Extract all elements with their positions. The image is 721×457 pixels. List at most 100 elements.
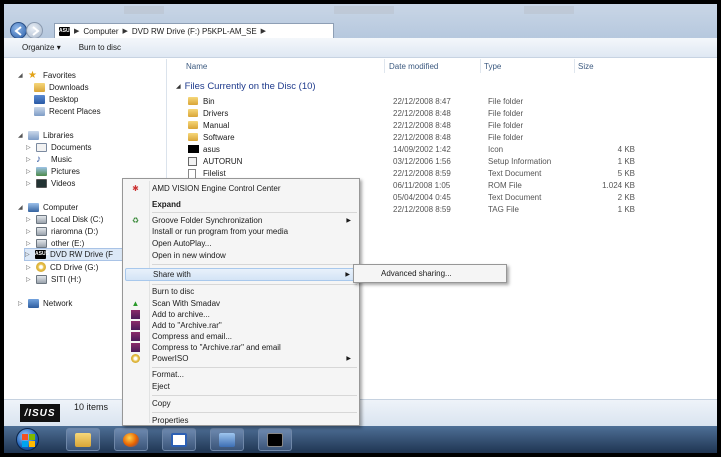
smadav-icon: ▲ bbox=[131, 299, 140, 308]
nav-libraries[interactable]: ◢ Libraries bbox=[18, 129, 74, 141]
menu-properties[interactable]: Properties bbox=[125, 415, 357, 426]
menu-separator bbox=[152, 412, 357, 413]
group-header[interactable]: ◢ Files Currently on the Disc (10) bbox=[176, 81, 316, 92]
recent-places-icon bbox=[34, 106, 45, 116]
network-icon bbox=[28, 298, 39, 308]
nav-desktop[interactable]: Desktop bbox=[34, 93, 78, 105]
breadcrumb-computer[interactable]: Computer bbox=[83, 27, 118, 36]
menu-label: Copy bbox=[152, 399, 171, 408]
computer-icon bbox=[28, 202, 39, 212]
column-header-size[interactable]: Size bbox=[578, 59, 594, 73]
taskbar-cmd[interactable] bbox=[258, 428, 292, 451]
title-ghost bbox=[124, 6, 164, 14]
organize-button[interactable]: Organize ▾ bbox=[22, 43, 61, 52]
menu-add-archive-rar[interactable]: Add to "Archive.rar" bbox=[125, 320, 357, 331]
column-header-name[interactable]: Name bbox=[186, 59, 207, 73]
column-divider[interactable] bbox=[480, 59, 481, 73]
back-button[interactable] bbox=[10, 22, 27, 39]
nav-local-disk[interactable]: ▷ Local Disk (C:) bbox=[26, 213, 103, 225]
file-row[interactable]: Software 22/12/2008 8:48 File folder bbox=[168, 132, 717, 144]
file-row[interactable]: Bin 22/12/2008 8:47 File folder bbox=[168, 96, 717, 108]
taskbar-firefox[interactable] bbox=[114, 428, 148, 451]
menu-share-with[interactable]: Share with ▶ bbox=[125, 268, 357, 281]
folder-icon bbox=[188, 97, 198, 105]
expand-triangle-icon: ◢ bbox=[176, 84, 181, 90]
amd-icon: ✱ bbox=[132, 184, 139, 193]
file-type: File folder bbox=[488, 121, 524, 130]
nav-recent-places[interactable]: Recent Places bbox=[34, 105, 101, 117]
menu-format[interactable]: Format... bbox=[125, 369, 357, 380]
file-name: Bin bbox=[203, 97, 215, 106]
title-ghost bbox=[334, 6, 394, 14]
nav-downloads[interactable]: Downloads bbox=[34, 81, 89, 93]
collapse-triangle-icon: ▷ bbox=[18, 300, 23, 307]
menu-add-archive[interactable]: Add to archive... bbox=[125, 309, 357, 320]
nav-computer[interactable]: ◢ Computer bbox=[18, 201, 78, 213]
file-date: 03/12/2006 1:56 bbox=[393, 157, 451, 166]
nav-music[interactable]: ▷ ♪ Music bbox=[26, 153, 72, 165]
menu-label: Install or run program from your media bbox=[152, 227, 289, 236]
menu-compress-email[interactable]: Compress and email... bbox=[125, 331, 357, 342]
file-row[interactable]: asus 14/09/2002 1:42 Icon 4 KB bbox=[168, 144, 717, 156]
collapse-triangle-icon: ▷ bbox=[26, 216, 31, 223]
taskbar-explorer[interactable] bbox=[66, 428, 100, 451]
taskbar bbox=[4, 426, 717, 453]
menu-expand[interactable]: Expand bbox=[125, 199, 357, 210]
menu-burn-to-disc[interactable]: Burn to disc bbox=[125, 286, 357, 297]
downloads-folder-icon bbox=[34, 82, 45, 92]
address-bar[interactable]: ASUS ▶ Computer ▶ DVD RW Drive (F:) P5KP… bbox=[54, 23, 334, 39]
menu-open-autoplay[interactable]: Open AutoPlay... bbox=[125, 238, 357, 249]
submenu-arrow-icon: ▶ bbox=[346, 218, 351, 224]
menu-advanced-sharing[interactable]: Advanced sharing... bbox=[381, 269, 452, 278]
nav-favorites[interactable]: ◢ ★ Favorites bbox=[18, 69, 76, 81]
menu-install-run[interactable]: Install or run program from your media bbox=[125, 226, 357, 237]
menu-separator bbox=[152, 264, 357, 265]
column-header-date[interactable]: Date modified bbox=[389, 59, 438, 73]
file-type: Text Document bbox=[488, 169, 542, 178]
nav-pictures[interactable]: ▷ Pictures bbox=[26, 165, 80, 177]
usb-drive-icon bbox=[36, 274, 47, 284]
file-name: AUTORUN bbox=[203, 157, 243, 166]
menu-open-new-window[interactable]: Open in new window bbox=[125, 250, 357, 261]
collapse-triangle-icon: ▷ bbox=[26, 168, 31, 175]
menu-compress-rar-email[interactable]: Compress to "Archive.rar" and email bbox=[125, 342, 357, 353]
nav-network[interactable]: ▷ Network bbox=[18, 297, 72, 309]
nav-label: Downloads bbox=[49, 82, 89, 92]
column-header-type[interactable]: Type bbox=[484, 59, 501, 73]
start-button[interactable] bbox=[16, 428, 39, 451]
burn-to-disc-button[interactable]: Burn to disc bbox=[79, 43, 121, 52]
nav-siti[interactable]: ▷ SITI (H:) bbox=[26, 273, 81, 285]
menu-separator bbox=[152, 284, 357, 285]
taskbar-control-panel[interactable] bbox=[210, 428, 244, 451]
menu-poweriso[interactable]: PowerISO ▶ bbox=[125, 353, 357, 364]
column-divider[interactable] bbox=[574, 59, 575, 73]
forward-button[interactable] bbox=[26, 22, 43, 39]
hard-drive-icon bbox=[36, 238, 47, 248]
file-size: 2 KB bbox=[617, 193, 635, 202]
nav-label: other (E:) bbox=[51, 238, 85, 248]
taskbar-word[interactable] bbox=[162, 428, 196, 451]
menu-amd-vision[interactable]: ✱ AMD VISION Engine Control Center bbox=[125, 183, 357, 194]
menu-scan-smadav[interactable]: ▲ Scan With Smadav bbox=[125, 298, 357, 309]
folder-icon bbox=[188, 121, 198, 129]
file-name: Filelist bbox=[203, 169, 226, 178]
nav-documents[interactable]: ▷ Documents bbox=[26, 141, 91, 153]
breadcrumb-dvd[interactable]: DVD RW Drive (F:) P5KPL-AM_SE bbox=[132, 27, 257, 36]
nav-cd-drive[interactable]: ▷ CD Drive (G:) bbox=[26, 261, 98, 273]
menu-separator bbox=[152, 395, 357, 396]
nav-videos[interactable]: ▷ Videos bbox=[26, 177, 75, 189]
file-row[interactable]: Manual 22/12/2008 8:48 File folder bbox=[168, 120, 717, 132]
column-divider[interactable] bbox=[384, 59, 385, 73]
collapse-triangle-icon: ▷ bbox=[26, 144, 31, 151]
nav-riaromna[interactable]: ▷ riaromna (D:) bbox=[26, 225, 98, 237]
libraries-icon bbox=[28, 130, 39, 140]
menu-eject[interactable]: Eject bbox=[125, 381, 357, 392]
nav-label: riaromna (D:) bbox=[51, 226, 99, 236]
file-row[interactable]: Drivers 22/12/2008 8:48 File folder bbox=[168, 108, 717, 120]
menu-groove[interactable]: ♻ Groove Folder Synchronization ▶ bbox=[125, 215, 357, 226]
menu-copy[interactable]: Copy bbox=[125, 398, 357, 409]
menu-label: Open in new window bbox=[152, 251, 226, 260]
nav-label: Music bbox=[51, 154, 72, 164]
file-type: File folder bbox=[488, 109, 524, 118]
file-row[interactable]: AUTORUN 03/12/2006 1:56 Setup Information 1… bbox=[168, 156, 717, 168]
